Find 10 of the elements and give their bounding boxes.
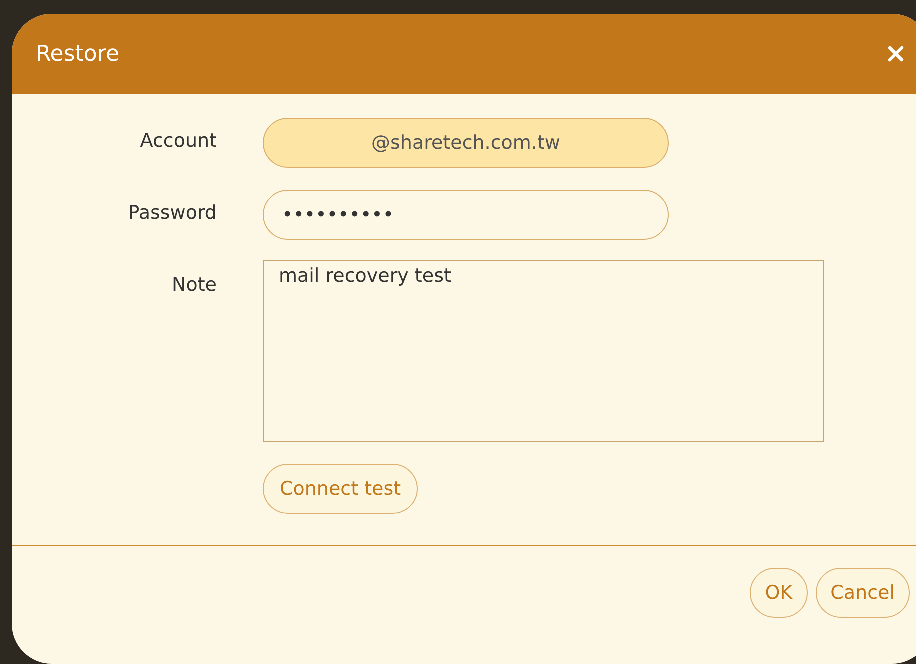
close-icon[interactable] (887, 45, 905, 63)
dialog-button[interactable]: OK (750, 568, 808, 618)
connect-test-button[interactable]: Connect test (263, 464, 418, 514)
input-field[interactable]: •••••••••• (263, 190, 669, 240)
window-title: Restore (36, 42, 120, 66)
field-label: Note (171, 273, 217, 296)
field-label: Account (139, 129, 217, 152)
dialog-button[interactable]: Cancel (816, 568, 910, 618)
note-field[interactable]: mail recovery test (263, 260, 824, 442)
field-label: Password (127, 201, 217, 224)
